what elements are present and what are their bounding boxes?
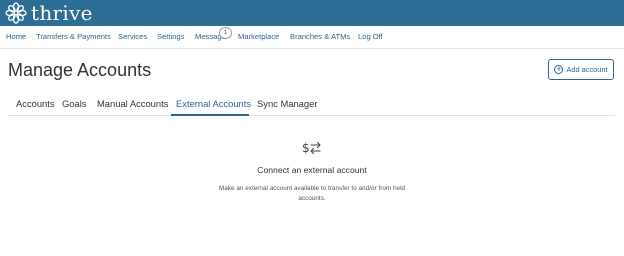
empty-state-title: Connect an external account: [257, 165, 367, 175]
messages-count-badge[interactable]: 1: [219, 27, 232, 39]
top-nav: Home Transfers & Payments Services Setti…: [0, 26, 624, 49]
add-account-label: Add account: [566, 65, 608, 74]
nav-settings[interactable]: Settings: [157, 32, 184, 41]
plus-circle-icon: +: [554, 64, 564, 74]
nav-home[interactable]: Home: [6, 32, 26, 41]
page-title: Manage Accounts: [8, 60, 152, 80]
brand-logo[interactable]: thrive: [5, 1, 93, 25]
nav-services[interactable]: Services: [118, 32, 147, 41]
svg-text:$: $: [302, 141, 310, 155]
account-tabs: Accounts Goals Manual Accounts External …: [0, 94, 624, 116]
nav-marketplace[interactable]: Marketplace: [238, 32, 279, 41]
tab-manual-accounts[interactable]: Manual Accounts: [97, 98, 168, 109]
add-account-button[interactable]: + Add account: [548, 59, 614, 80]
nav-branches-atms[interactable]: Branches & ATMs: [290, 32, 350, 41]
tab-goals[interactable]: Goals: [62, 98, 87, 109]
brand-name: thrive: [31, 1, 93, 25]
nav-transfers-payments[interactable]: Transfers & Payments: [36, 32, 111, 41]
transfer-dollar-icon: $: [302, 139, 322, 157]
tab-accounts[interactable]: Accounts: [16, 98, 55, 109]
brand-bar: thrive: [0, 0, 624, 26]
active-tab-indicator: [171, 114, 249, 116]
tab-external-accounts[interactable]: External Accounts: [176, 98, 251, 109]
flower-logo-icon: [5, 2, 27, 24]
nav-log-off[interactable]: Log Off: [358, 32, 383, 41]
tabs-divider: [8, 115, 615, 116]
tab-sync-manager[interactable]: Sync Manager: [257, 98, 317, 109]
empty-state-description: Make an external account available to tr…: [218, 185, 406, 202]
